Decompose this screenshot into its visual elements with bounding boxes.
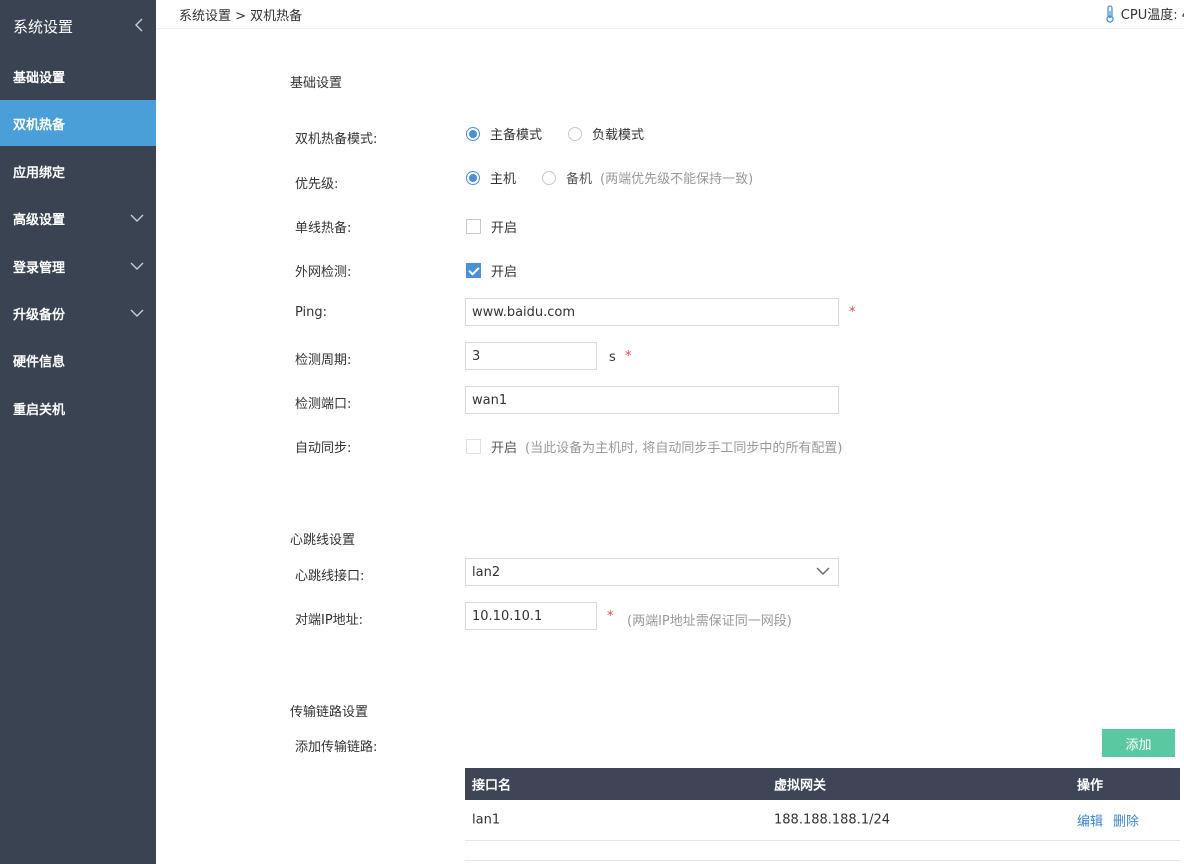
add-transport-label: 添加传输链路: xyxy=(295,740,378,755)
sidebar-item-label: 硬件信息 xyxy=(13,354,66,370)
priority-option-label: 主机 xyxy=(490,172,517,187)
peer-ip-label: 对端IP地址: xyxy=(295,613,364,628)
row-interface: lan1 xyxy=(472,812,501,828)
sidebar-item-label: 登录管理 xyxy=(13,260,66,276)
section-title-heartbeat: 心跳线设置 xyxy=(290,533,356,548)
column-header-actions: 操作 xyxy=(1077,778,1104,794)
sidebar-item-basic-settings[interactable]: 基础设置 xyxy=(0,53,156,99)
sidebar-header: 系统设置 xyxy=(0,0,156,52)
table-header: 接口名 虚拟网关 操作 xyxy=(465,768,1180,800)
wan-detect-option-label: 开启 xyxy=(491,265,518,280)
mode-primary-backup-radio[interactable] xyxy=(466,126,480,141)
mode-radio-group: 主备模式 负载模式 xyxy=(466,124,670,143)
auto-sync-label: 自动同步: xyxy=(295,441,352,456)
sidebar-item-label: 基础设置 xyxy=(13,70,66,86)
sidebar-item-label: 应用绑定 xyxy=(13,165,66,181)
required-mark: * xyxy=(625,349,632,364)
sidebar-item-label: 高级设置 xyxy=(13,212,66,228)
table-row: lan1 188.188.188.1/24 编辑 删除 xyxy=(465,800,1180,841)
section-title-transport: 传输链路设置 xyxy=(290,705,369,720)
sidebar: 系统设置 基础设置 双机热备 应用绑定 高级设置 登录管理 升级备份 硬件信息 … xyxy=(0,0,156,864)
chevron-down-icon xyxy=(130,259,144,273)
collapse-sidebar-icon[interactable] xyxy=(134,17,144,36)
sidebar-item-app-binding[interactable]: 应用绑定 xyxy=(0,148,156,194)
single-line-checkbox[interactable] xyxy=(466,219,481,234)
auto-sync-option-label: 开启 xyxy=(491,441,518,456)
detect-port-input[interactable] xyxy=(465,386,839,414)
peer-ip-hint: (两端IP地址需保证同一网段) xyxy=(627,614,792,629)
chevron-down-icon xyxy=(130,211,144,225)
priority-radio-group: 主机 备机 (两端优先级不能保持一致) xyxy=(466,168,753,187)
heartbeat-interface-label: 心跳线接口: xyxy=(295,569,365,584)
priority-hint: (两端优先级不能保持一致) xyxy=(600,172,754,187)
row-gateway: 188.188.188.1/24 xyxy=(774,812,891,828)
transport-table: 接口名 虚拟网关 操作 lan1 188.188.188.1/24 编辑 删除 xyxy=(465,768,1180,841)
section-title-basic: 基础设置 xyxy=(290,76,343,91)
auto-sync-checkbox[interactable] xyxy=(466,439,481,454)
mode-option-label: 主备模式 xyxy=(490,128,543,143)
delete-link[interactable]: 删除 xyxy=(1113,811,1139,830)
mode-option-label: 负载模式 xyxy=(592,128,645,143)
cpu-temperature: CPU温度: 4 xyxy=(1104,4,1184,23)
thermometer-icon xyxy=(1104,4,1116,23)
column-header-gateway: 虚拟网关 xyxy=(774,778,827,794)
auto-sync-option: 开启 (当此设备为主机时, 将自动同步手工同步中的所有配置) xyxy=(466,437,842,456)
sidebar-item-hot-standby[interactable]: 双机热备 xyxy=(0,100,156,146)
breadcrumb: 系统设置 > 双机热备 xyxy=(179,9,303,24)
wan-detect-checkbox[interactable] xyxy=(466,263,481,278)
priority-option-label: 备机 xyxy=(566,172,593,187)
add-transport-button[interactable]: 添加 xyxy=(1102,729,1175,757)
detect-port-label: 检测端口: xyxy=(295,397,352,412)
required-mark: * xyxy=(849,305,856,320)
period-unit: s xyxy=(609,350,616,365)
mode-label: 双机热备模式: xyxy=(295,132,378,147)
wan-detect-label: 外网检测: xyxy=(295,265,352,280)
single-line-option-label: 开启 xyxy=(491,221,518,236)
sidebar-item-label: 重启关机 xyxy=(13,402,66,418)
auto-sync-hint: (当此设备为主机时, 将自动同步手工同步中的所有配置) xyxy=(525,441,843,456)
sidebar-item-upgrade-backup[interactable]: 升级备份 xyxy=(0,290,156,336)
priority-master-radio[interactable] xyxy=(466,170,480,185)
required-mark: * xyxy=(607,609,614,624)
period-input[interactable] xyxy=(465,342,597,370)
edit-link[interactable]: 编辑 xyxy=(1077,811,1103,830)
period-label: 检测周期: xyxy=(295,353,352,368)
sidebar-item-hardware-info[interactable]: 硬件信息 xyxy=(0,337,156,383)
wan-detect-option: 开启 xyxy=(466,261,543,280)
ping-input[interactable] xyxy=(465,298,839,326)
sidebar-item-label: 双机热备 xyxy=(13,117,66,133)
ping-label: Ping: xyxy=(295,305,328,320)
priority-backup-radio[interactable] xyxy=(542,170,557,185)
chevron-down-icon xyxy=(130,306,144,320)
sidebar-item-login-management[interactable]: 登录管理 xyxy=(0,243,156,289)
single-line-option: 开启 xyxy=(466,217,543,236)
priority-label: 优先级: xyxy=(295,177,339,192)
sidebar-title: 系统设置 xyxy=(13,17,74,36)
sidebar-item-restart-shutdown[interactable]: 重启关机 xyxy=(0,385,156,431)
single-line-label: 单线热备: xyxy=(295,221,352,236)
column-header-interface: 接口名 xyxy=(472,778,512,794)
sidebar-item-label: 升级备份 xyxy=(13,307,66,323)
cpu-temperature-text: CPU温度: 4 xyxy=(1120,8,1184,23)
chevron-down-icon xyxy=(816,565,830,580)
heartbeat-interface-select[interactable]: lan2 xyxy=(465,558,839,586)
mode-load-radio[interactable] xyxy=(568,126,583,141)
table-bottom-divider xyxy=(465,860,1180,861)
heartbeat-interface-value: lan2 xyxy=(472,564,501,580)
sidebar-item-advanced-settings[interactable]: 高级设置 xyxy=(0,195,156,241)
peer-ip-input[interactable] xyxy=(465,602,597,630)
top-bar: 系统设置 > 双机热备 CPU温度: 4 xyxy=(156,0,1184,29)
